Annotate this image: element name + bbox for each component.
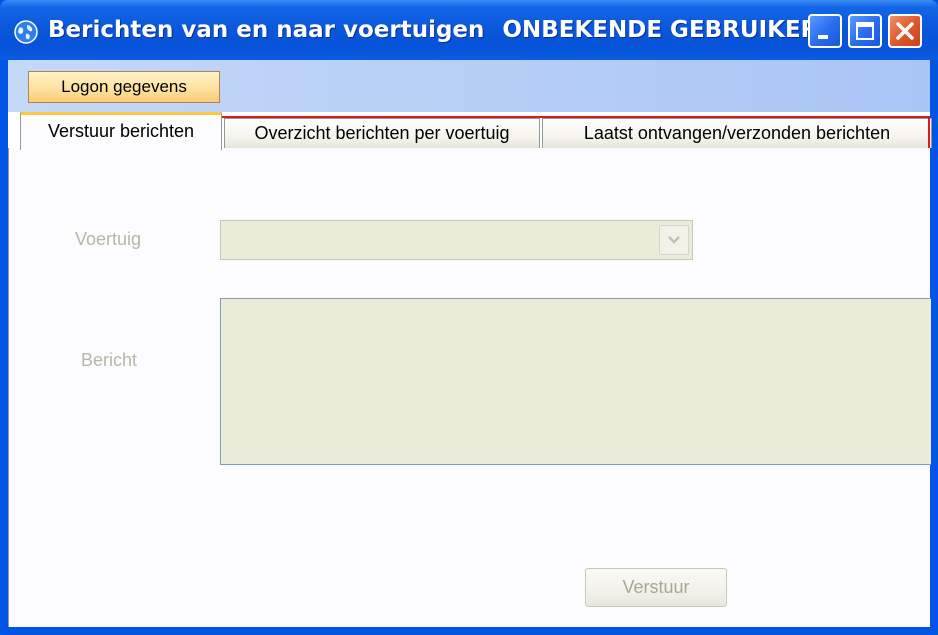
app-window: Berichten van en naar voertuigen ONBEKEN… [0,0,938,635]
tab-laatst-berichten[interactable]: Laatst ontvangen/verzonden berichten [542,118,932,148]
message-textarea[interactable] [220,298,931,465]
toolbar: Logon gegevens [8,60,930,112]
title-bar[interactable]: Berichten van en naar voertuigen ONBEKEN… [0,0,938,60]
close-icon [896,22,914,40]
logon-button[interactable]: Logon gegevens [28,71,220,103]
window-title-text: Berichten van en naar voertuigen [48,17,485,43]
tab-panel: Voertuig Bericht Verstuur [8,148,931,627]
window-title: Berichten van en naar voertuigen ONBEKEN… [48,14,818,46]
tab-highlight-line [222,116,930,118]
minimize-button[interactable] [808,14,842,48]
maximize-icon [856,22,874,40]
window-title-user: ONBEKENDE GEBRUIKER [502,17,819,43]
tab-highlight-edge [928,116,930,152]
client-area: Logon gegevens Verstuur berichten Overzi… [8,60,932,627]
chevron-down-icon [668,236,680,244]
globe-icon [14,20,38,44]
minimize-icon [818,35,828,39]
close-button[interactable] [888,14,922,48]
dropdown-button[interactable] [659,225,689,255]
tab-overzicht-berichten[interactable]: Overzicht berichten per voertuig [224,118,540,148]
send-button[interactable]: Verstuur [585,568,727,607]
message-label: Bericht [81,350,138,370]
vehicle-label: Voertuig [75,229,142,249]
maximize-button[interactable] [848,14,882,48]
tab-verstuur-berichten[interactable]: Verstuur berichten [20,112,222,150]
vehicle-dropdown[interactable] [220,220,693,260]
